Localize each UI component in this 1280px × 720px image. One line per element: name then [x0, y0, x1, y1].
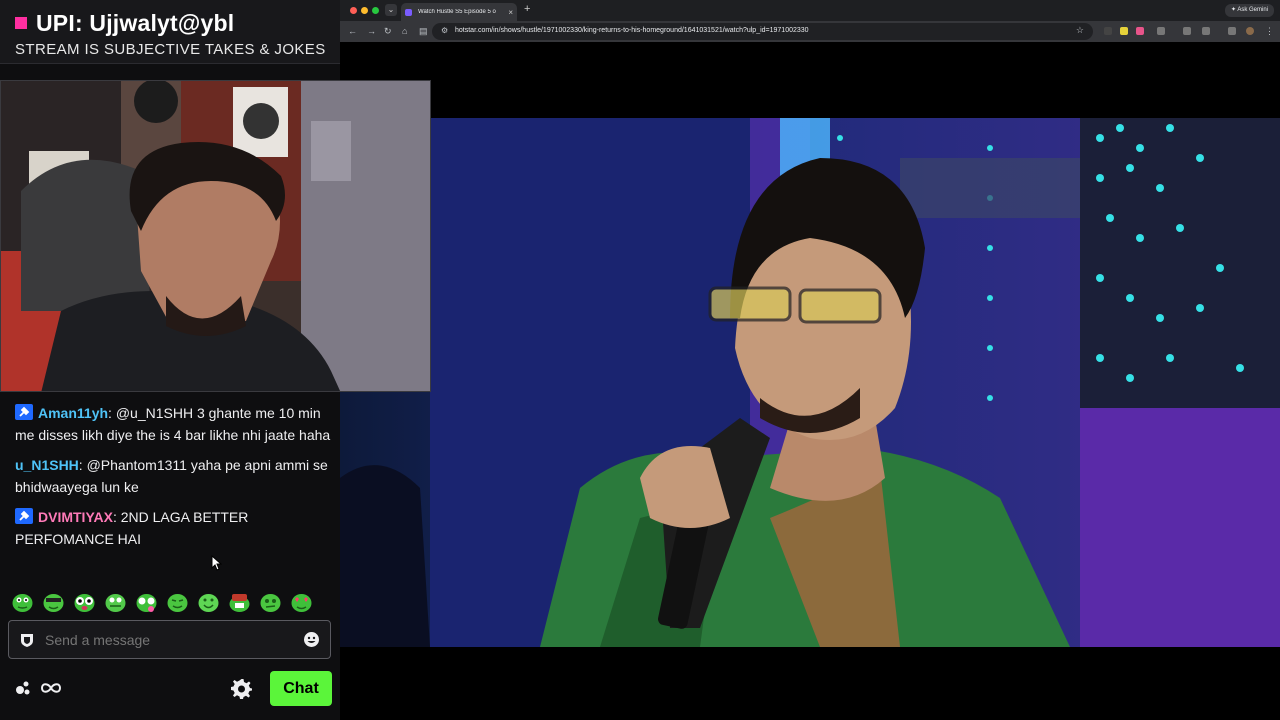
ask-gemini-label: Ask Gemini: [1237, 7, 1268, 13]
minimize-window-button[interactable]: [361, 7, 368, 14]
address-bar[interactable]: ⚙ hotstar.com/in/shows/hustle/1971002330…: [432, 23, 1093, 40]
reload-icon[interactable]: ↻: [384, 26, 392, 37]
home-icon[interactable]: ⌂: [402, 26, 407, 36]
pepe-emote-icon[interactable]: [42, 591, 65, 613]
pepe-emote-icon[interactable]: [259, 591, 282, 613]
chat-bottom-bar: Chat: [0, 670, 340, 708]
video-player[interactable]: [340, 118, 1280, 647]
chat-message-input[interactable]: [45, 631, 297, 648]
chat-message: u_N1SHH: @Phantom1311 yaha pe apni ammi …: [15, 457, 328, 495]
chat-message: DVIMTIYAX: 2ND LAGA BETTER PERFOMANCE HA…: [15, 508, 249, 547]
pepe-emote-icon[interactable]: [11, 591, 34, 613]
shield-icon[interactable]: [19, 632, 35, 648]
stream-subtitle: STREAM IS SUBJECTIVE TAKES & JOKES: [15, 41, 326, 58]
downloads-icon[interactable]: [1202, 27, 1210, 35]
chat-username[interactable]: u_N1SHH: [15, 457, 79, 473]
upi-text: UPI: Ujjwalyt@ybl: [36, 9, 235, 36]
hotstar-favicon-icon: [405, 8, 412, 16]
media-control-icon[interactable]: [1228, 27, 1236, 35]
browser-window: ⌄ Watch Hustle S5 Episode 5 o × + ✦ Ask …: [340, 0, 1280, 720]
ask-gemini-button[interactable]: ✦ Ask Gemini: [1224, 4, 1274, 17]
pepe-emote-icon[interactable]: [228, 591, 251, 613]
pepe-emote-icon[interactable]: [166, 591, 189, 613]
tab-strip: ⌄ Watch Hustle S5 Episode 5 o × + ✦ Ask …: [340, 0, 1280, 21]
sidebar-icon[interactable]: ▤: [419, 26, 428, 37]
chat-username[interactable]: DVIMTIYAX: [38, 509, 113, 525]
pepe-emote-icon[interactable]: [290, 591, 313, 613]
close-window-button[interactable]: [350, 7, 357, 14]
mouse-cursor-icon: [211, 555, 222, 571]
emote-bar: [11, 591, 313, 613]
extension-icon[interactable]: [1104, 27, 1112, 35]
gear-icon[interactable]: [231, 678, 252, 699]
profile-avatar[interactable]: [1246, 27, 1254, 35]
close-tab-icon[interactable]: ×: [508, 8, 513, 17]
menu-kebab-icon[interactable]: ⋮: [1265, 26, 1274, 37]
chat-input-box[interactable]: [8, 620, 331, 659]
back-icon[interactable]: ←: [348, 26, 357, 36]
channel-points-button[interactable]: [15, 680, 62, 696]
pepe-emote-icon[interactable]: [73, 591, 96, 613]
tab-search-icon[interactable]: ⌄: [385, 4, 397, 16]
forward-icon[interactable]: →: [367, 26, 376, 36]
tab-hotstar[interactable]: Watch Hustle S5 Episode 5 o ×: [401, 3, 517, 21]
hammer-badge-icon: [15, 508, 33, 524]
infinity-icon: [40, 683, 62, 693]
browser-toolbar: ← → ↻ ⌂ ▤ ⚙ hotstar.com/in/shows/hustle/…: [340, 21, 1280, 42]
site-info-icon[interactable]: ⚙: [441, 26, 448, 35]
stream-banner: UPI: Ujjwalyt@ybl STREAM IS SUBJECTIVE T…: [0, 0, 340, 64]
url-text[interactable]: hotstar.com/in/shows/hustle/1971002330/k…: [455, 27, 809, 34]
extensions-puzzle-icon[interactable]: [1157, 27, 1165, 35]
window-controls: [350, 7, 379, 14]
pink-square-icon: [15, 17, 27, 29]
tab-groups-icon[interactable]: [1183, 27, 1191, 35]
pepe-emote-icon[interactable]: [104, 591, 127, 613]
extension-icon[interactable]: [1120, 27, 1128, 35]
bookmark-star-icon[interactable]: ☆: [1076, 25, 1084, 36]
emoji-picker-icon[interactable]: [303, 631, 320, 648]
pepe-emote-icon[interactable]: [197, 591, 220, 613]
send-chat-button[interactable]: Chat: [270, 671, 332, 706]
chat-message: Aman11yh: @u_N1SHH 3 ghante me 10 min me…: [15, 404, 331, 443]
webcam-feed: [0, 80, 431, 392]
pepe-emote-icon[interactable]: [135, 591, 158, 613]
points-icon: [16, 681, 30, 695]
extension-icon[interactable]: [1136, 27, 1144, 35]
chat-message-list: Aman11yh: @u_N1SHH 3 ghante me 10 min me…: [15, 402, 333, 558]
tab-title: Watch Hustle S5 Episode 5 o: [418, 9, 496, 15]
hammer-badge-icon: [15, 404, 33, 420]
chat-username[interactable]: Aman11yh: [38, 405, 108, 421]
new-tab-icon[interactable]: +: [524, 3, 530, 15]
maximize-window-button[interactable]: [372, 7, 379, 14]
